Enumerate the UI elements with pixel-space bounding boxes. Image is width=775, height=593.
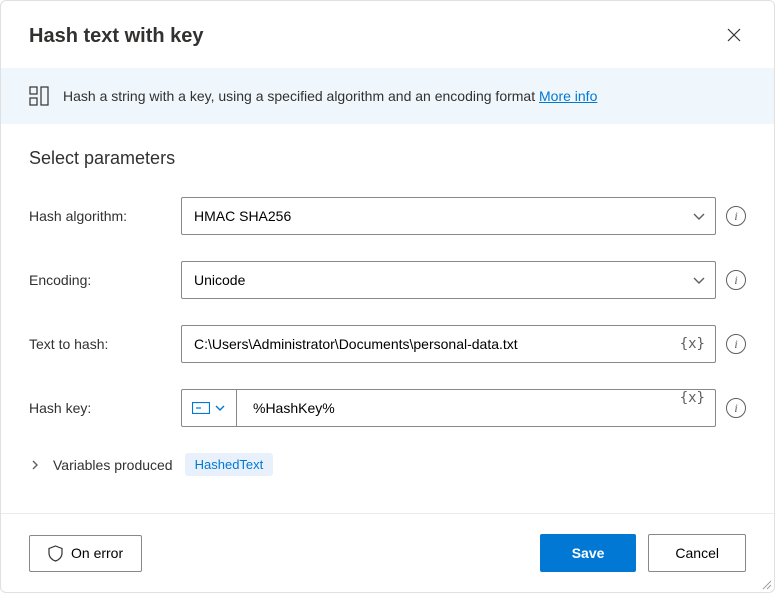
encoding-select-wrap [181, 261, 716, 299]
encoding-select[interactable] [181, 261, 716, 299]
hash-key-input[interactable] [237, 390, 670, 426]
save-button[interactable]: Save [540, 534, 637, 572]
algorithm-select[interactable] [181, 197, 716, 235]
footer-right: Save Cancel [540, 534, 746, 572]
info-banner: Hash a string with a key, using a specif… [1, 68, 774, 124]
key-input-wrap: {x} [181, 389, 716, 427]
algorithm-select-wrap [181, 197, 716, 235]
section-title: Select parameters [29, 148, 746, 169]
action-icon [29, 86, 49, 106]
info-icon-text[interactable]: i [726, 334, 746, 354]
field-algorithm: i [181, 197, 746, 235]
dialog-content: Select parameters Hash algorithm: i Enco… [1, 124, 774, 513]
shield-icon [48, 545, 63, 562]
on-error-label: On error [71, 545, 123, 561]
field-text: {x} i [181, 325, 746, 363]
on-error-button[interactable]: On error [29, 535, 142, 572]
field-encoding: i [181, 261, 746, 299]
var-chip[interactable]: HashedText [185, 453, 274, 476]
close-button[interactable] [722, 23, 746, 50]
info-icon-algorithm[interactable]: i [726, 206, 746, 226]
row-algorithm: Hash algorithm: i [29, 197, 746, 235]
label-algorithm: Hash algorithm: [29, 208, 181, 224]
textbox-icon [192, 402, 210, 414]
chevron-down-icon [214, 402, 226, 414]
dialog-title: Hash text with key [29, 25, 204, 48]
text-input-wrap: {x} [181, 325, 716, 363]
key-type-selector[interactable] [182, 390, 237, 426]
label-key: Hash key: [29, 400, 181, 416]
text-to-hash-input[interactable] [182, 326, 670, 362]
variables-produced-row[interactable]: Variables produced HashedText [29, 453, 746, 476]
resize-handle-icon[interactable] [760, 578, 772, 590]
info-text: Hash a string with a key, using a specif… [63, 88, 597, 104]
vars-label: Variables produced [53, 457, 173, 473]
info-icon-encoding[interactable]: i [726, 270, 746, 290]
more-info-link[interactable]: More info [539, 88, 597, 104]
dialog-footer: On error Save Cancel [1, 513, 774, 592]
row-encoding: Encoding: i [29, 261, 746, 299]
row-text: Text to hash: {x} i [29, 325, 746, 363]
info-icon-key[interactable]: i [726, 398, 746, 418]
field-key: {x} i [181, 389, 746, 427]
label-encoding: Encoding: [29, 272, 181, 288]
variable-picker-icon[interactable]: {x} [670, 390, 715, 426]
dialog-header: Hash text with key [1, 1, 774, 68]
banner-text: Hash a string with a key, using a specif… [63, 88, 539, 104]
variable-picker-icon[interactable]: {x} [670, 336, 715, 352]
label-text: Text to hash: [29, 336, 181, 352]
row-key: Hash key: {x} i [29, 389, 746, 427]
cancel-button[interactable]: Cancel [648, 534, 746, 572]
close-icon [726, 27, 742, 43]
chevron-right-icon [29, 459, 41, 471]
